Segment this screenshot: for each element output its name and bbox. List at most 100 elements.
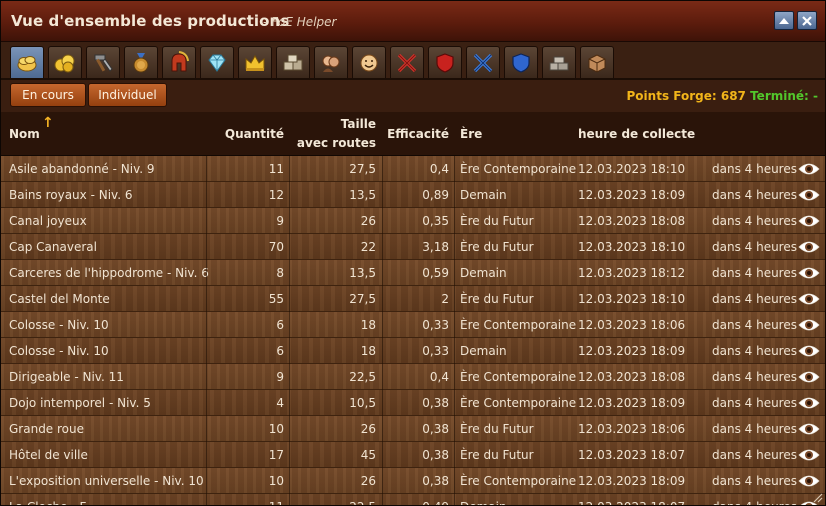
cell-era: Ère du Futur — [460, 448, 534, 462]
current-button[interactable]: En cours — [10, 83, 86, 107]
tab-diamond[interactable] — [200, 46, 234, 78]
column-divider — [206, 234, 207, 260]
tab-hammer-tools[interactable] — [86, 46, 120, 78]
view-button[interactable] — [798, 369, 820, 388]
tab-happiness[interactable] — [352, 46, 386, 78]
header-name[interactable]: Nom — [9, 127, 40, 141]
tab-goods-crates[interactable] — [276, 46, 310, 78]
table-row[interactable]: Canal joyeux 9 26 0,35 Ère du Futur 12.03.202… — [1, 208, 825, 234]
gold-coins-icon — [54, 54, 75, 72]
tab-bar — [1, 42, 825, 80]
header-time[interactable]: heure de collecte — [578, 127, 695, 141]
table-row[interactable]: Colosse - Niv. 10 6 18 0,33 Ère Contemporain… — [1, 312, 825, 338]
cell-relative-time: dans 4 heures — [712, 474, 797, 488]
view-button[interactable] — [798, 317, 820, 336]
header-size-line2[interactable]: avec routes — [297, 136, 376, 150]
cell-era: Demain — [460, 266, 507, 280]
view-button[interactable] — [798, 265, 820, 284]
cell-era: Ère du Futur — [460, 240, 534, 254]
table-row[interactable]: La Cloche - F... 11 22,5 0,49 Demain 12.03.20… — [1, 494, 825, 505]
cell-efficiency: 0,38 — [422, 474, 449, 488]
tab-crown[interactable] — [238, 46, 272, 78]
view-button[interactable] — [798, 421, 820, 440]
table-row[interactable]: Carceres de l'hippodrome - Niv. 6 8 13,5 0,… — [1, 260, 825, 286]
table-row[interactable]: Dirigeable - Niv. 11 9 22,5 0,4 Ère Contempo… — [1, 364, 825, 390]
eye-icon — [798, 345, 820, 357]
column-divider — [382, 494, 383, 505]
window-title: Vue d'ensemble des productions — [11, 12, 290, 30]
cell-name: Colosse - Niv. 10 — [9, 344, 109, 358]
table-row[interactable]: Dojo intemporel - Niv. 5 4 10,5 0,38 Ère Con… — [1, 390, 825, 416]
view-button[interactable] — [798, 473, 820, 492]
view-button[interactable] — [798, 395, 820, 414]
cell-efficiency: 0,49 — [422, 500, 449, 505]
cell-collect-time: 12.03.2023 18:06 — [578, 422, 686, 436]
view-button[interactable] — [798, 447, 820, 466]
table-row[interactable]: Castel del Monte 55 27,5 2 Ère du Futur 12.03… — [1, 286, 825, 312]
column-divider — [289, 260, 290, 286]
eye-icon — [798, 215, 820, 227]
tab-stone-blocks[interactable] — [542, 46, 576, 78]
table-row[interactable]: Cap Canaveral 70 22 3,18 Ère du Futur 12.03.2… — [1, 234, 825, 260]
table-row[interactable]: L'exposition universelle - Niv. 10 10 26 0,… — [1, 468, 825, 494]
cell-efficiency: 3,18 — [422, 240, 449, 254]
eye-icon — [798, 397, 820, 409]
tab-attack-swords-blue[interactable] — [466, 46, 500, 78]
header-eff[interactable]: Efficacité — [387, 127, 449, 141]
cell-name: Carceres de l'hippodrome - Niv. 6 — [9, 266, 209, 280]
table-row[interactable]: Colosse - Niv. 10 6 18 0,33 Demain 12.03.2023… — [1, 338, 825, 364]
column-divider — [382, 364, 383, 390]
cell-relative-time: dans 4 heures — [712, 396, 797, 410]
tab-defense-shield-red[interactable] — [428, 46, 462, 78]
tab-defense-shield-blue[interactable] — [504, 46, 538, 78]
sort-ascending-icon: ↑ — [42, 115, 54, 131]
cell-name: Canal joyeux — [9, 214, 87, 228]
minimize-button[interactable] — [774, 11, 794, 30]
cell-size: 22 — [360, 240, 376, 254]
title-bar[interactable]: Vue d'ensemble des productions - FoE Hel… — [1, 1, 825, 42]
table-row[interactable]: Bains royaux - Niv. 6 12 13,5 0,89 Demain 12.… — [1, 182, 825, 208]
tab-spartan-helmet[interactable] — [162, 46, 196, 78]
cell-size: 18 — [360, 318, 376, 332]
goods-crates-icon — [283, 54, 303, 70]
table-row[interactable]: Grande roue 10 26 0,38 Ère du Futur 12.03.202… — [1, 416, 825, 442]
tab-gold-coins[interactable] — [48, 46, 82, 78]
cell-collect-time: 12.03.2023 18:09 — [578, 344, 686, 358]
cell-relative-time: dans 4 heures — [712, 500, 797, 505]
tab-population[interactable] — [314, 46, 348, 78]
header-era[interactable]: Ère — [460, 127, 482, 141]
column-divider — [206, 286, 207, 312]
cell-relative-time: dans 4 heures — [712, 422, 797, 436]
view-button[interactable] — [798, 343, 820, 362]
individual-button[interactable]: Individuel — [88, 83, 167, 107]
cell-efficiency: 0,33 — [422, 318, 449, 332]
cell-relative-time: dans 4 heures — [712, 188, 797, 202]
view-button[interactable] — [798, 187, 820, 206]
view-button[interactable] — [798, 213, 820, 232]
header-size-line1[interactable]: Taille — [341, 117, 376, 131]
tab-coins-bag[interactable] — [10, 46, 44, 78]
view-button[interactable] — [798, 161, 820, 180]
table-row[interactable]: Asile abandonné - Niv. 9 11 27,5 0,4 Ère Con… — [1, 156, 825, 182]
cell-size: 10,5 — [349, 396, 376, 410]
column-divider — [382, 468, 383, 494]
cell-name: L'exposition universelle - Niv. 10 — [9, 474, 204, 488]
column-divider — [454, 364, 455, 390]
tab-attack-swords-red[interactable] — [390, 46, 424, 78]
header-qty[interactable]: Quantité — [225, 127, 284, 141]
defense-shield-red-icon — [436, 52, 454, 73]
table-body[interactable]: Asile abandonné - Niv. 9 11 27,5 0,4 Ère Con… — [1, 156, 825, 505]
close-button[interactable] — [797, 11, 817, 30]
defense-shield-blue-icon — [512, 52, 530, 73]
diamond-icon — [208, 54, 226, 72]
table-row[interactable]: Hôtel de ville 17 45 0,38 Ère du Futur 12.03.… — [1, 442, 825, 468]
resize-handle-icon[interactable] — [811, 491, 823, 503]
tab-crate[interactable] — [580, 46, 614, 78]
column-divider — [206, 182, 207, 208]
view-button[interactable] — [798, 291, 820, 310]
eye-icon — [798, 267, 820, 279]
cell-relative-time: dans 4 heures — [712, 292, 797, 306]
done-status: Terminé: - — [750, 89, 818, 103]
view-button[interactable] — [798, 239, 820, 258]
tab-medal[interactable] — [124, 46, 158, 78]
